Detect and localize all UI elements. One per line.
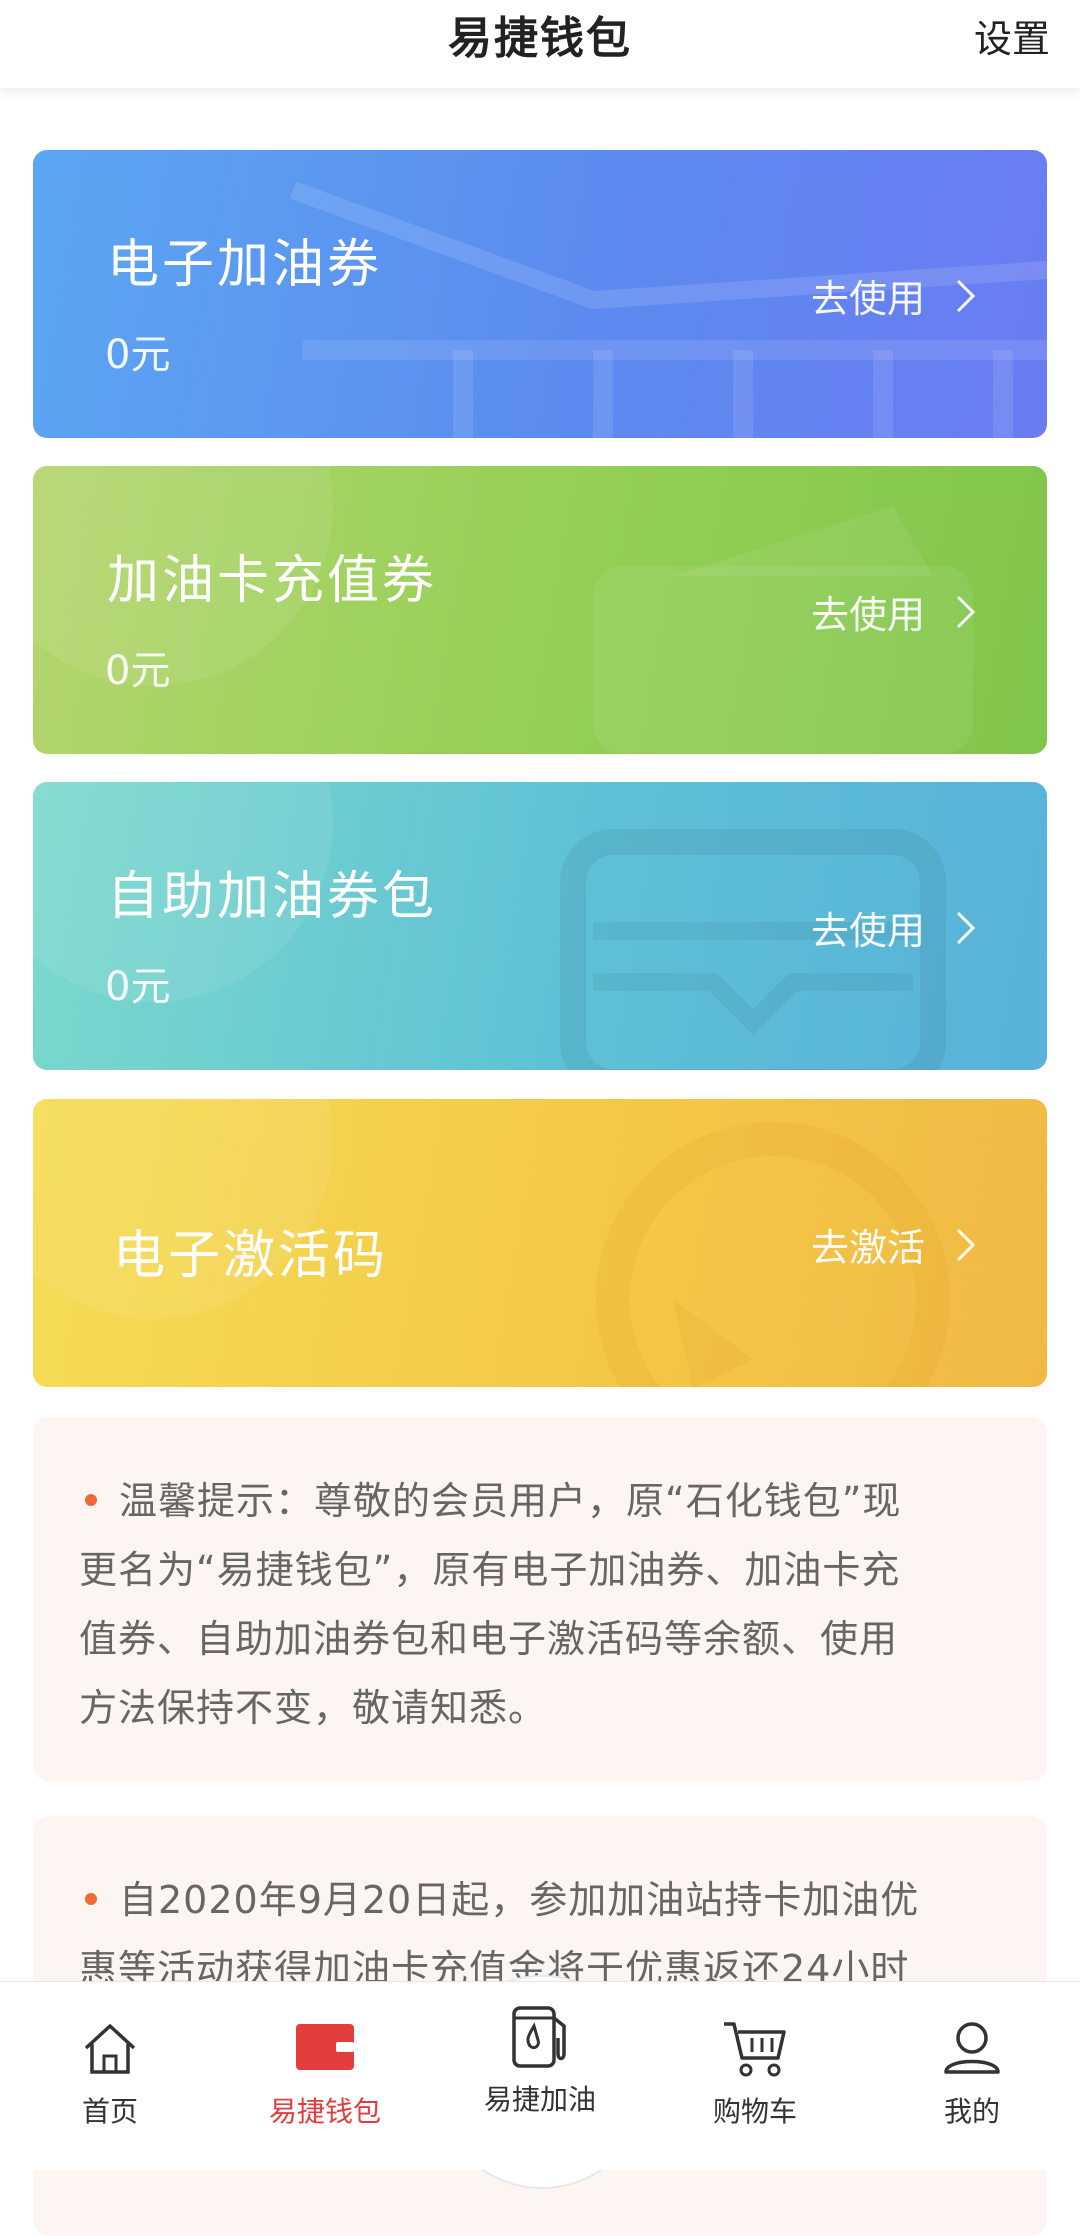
tab-label: 首页 [81,2095,138,2128]
tab-label: 易捷钱包 [268,2095,381,2128]
bullet-dot-icon [85,1892,97,1905]
card-activation-code[interactable]: 电子激活码 去激活 [33,1099,1047,1387]
notice-text: 温馨提示：尊敬的会员用户，原“石化钱包”现 更名为“易捷钱包”，原有电子加油券、… [79,1479,902,1730]
tab-label: 购物车 [712,2095,797,2128]
home-icon [84,2024,136,2074]
card-title: 加油卡充值券 [107,551,438,611]
notice-box: 温馨提示：尊敬的会员用户，原“石化钱包”现 更名为“易捷钱包”，原有电子加油券、… [33,1417,1047,1781]
app-header: 易捷钱包 设置 [0,0,1080,88]
chevron-right-icon [956,595,976,628]
card-amount: 0元 [105,648,171,694]
bullet-dot-icon [85,1493,97,1506]
chevron-right-icon [956,911,976,944]
activate-button-label: 去激活 [810,1226,925,1270]
use-button[interactable]: 去使用 [811,268,977,323]
activate-button[interactable]: 去激活 [811,1217,977,1272]
card-self-service-coupon[interactable]: 自助加油券包 0元 去使用 [33,782,1047,1070]
use-button-label: 去使用 [810,277,925,321]
tab-label: 易捷加油 [483,2083,596,2116]
bottom-tab-bar: 首页 易捷钱包 易捷加油 购物车 我的 [0,1981,1080,2170]
tab-label: 我的 [943,2095,1000,2128]
card-e-fuel-coupon[interactable]: 电子加油券 0元 去使用 [33,150,1047,438]
card-title: 自助加油券包 [107,867,438,927]
use-button-label: 去使用 [810,593,925,637]
card-title: 电子加油券 [107,235,383,295]
card-recharge-coupon[interactable]: 加油卡充值券 0元 去使用 [33,466,1047,754]
chevron-right-icon [956,1228,976,1261]
user-icon [944,2022,1000,2074]
page-title: 易捷钱包 [448,13,632,64]
cart-icon [724,2022,786,2077]
wallet-icon [296,2024,354,2070]
use-button[interactable]: 去使用 [811,584,977,639]
card-amount: 0元 [105,332,171,378]
use-button-label: 去使用 [810,909,925,953]
use-button[interactable]: 去使用 [811,900,977,955]
card-title: 电子激活码 [113,1226,389,1286]
card-amount: 0元 [105,964,171,1010]
chevron-right-icon [956,279,976,312]
settings-button[interactable]: 设置 [974,8,1050,63]
fuel-pump-icon [512,2006,566,2068]
